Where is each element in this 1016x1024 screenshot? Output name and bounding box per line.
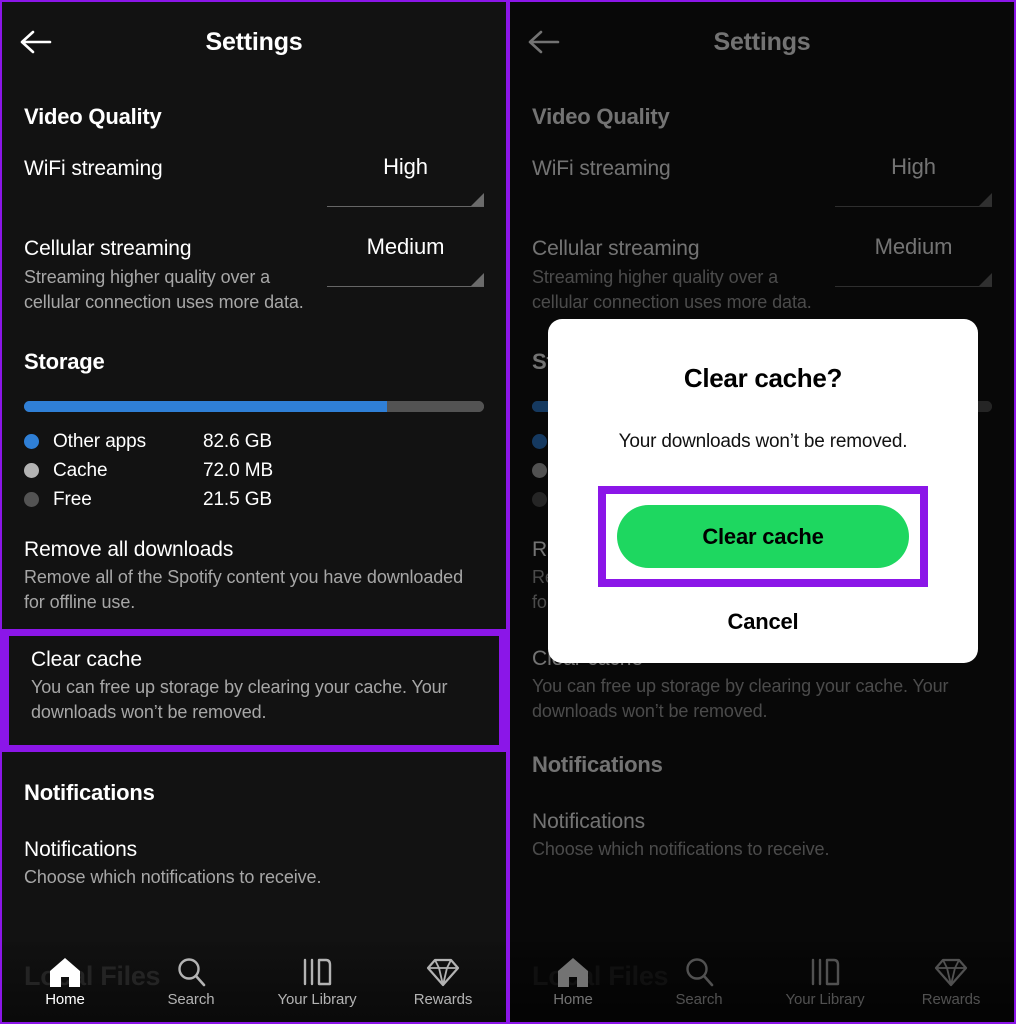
- nav-label: Search: [167, 990, 215, 1008]
- nav-item-rewards[interactable]: Rewards: [380, 942, 506, 1022]
- section-heading-video-quality: Video Quality: [24, 104, 162, 129]
- back-button[interactable]: [14, 20, 58, 64]
- legend-item: Other apps 82.6 GB: [24, 427, 484, 456]
- nav-label: Your Library: [277, 990, 357, 1008]
- setting-row-text: WiFi streaming: [24, 154, 315, 182]
- storage-bar-segment-other-apps: [24, 401, 388, 412]
- dropdown-value: Medium: [366, 234, 445, 259]
- action-notifications[interactable]: Notifications Choose which notifications…: [24, 836, 484, 890]
- clear-cache-button-highlight: Clear cache: [598, 486, 928, 587]
- setting-title: Cellular streaming: [24, 237, 192, 260]
- action-subtitle: You can free up storage by clearing your…: [31, 677, 448, 722]
- legend-dot-other-apps: [24, 434, 39, 449]
- library-icon: [301, 957, 333, 987]
- phone-screen-left: Settings Video Quality WiFi streaming Hi…: [0, 0, 508, 1024]
- dialog-title: Clear cache?: [683, 363, 843, 393]
- bottom-nav: Local Files Home Search: [2, 942, 506, 1022]
- nav-item-your-library[interactable]: Your Library: [254, 942, 380, 1022]
- search-icon: [175, 957, 207, 987]
- cellular-streaming-dropdown[interactable]: Medium: [327, 234, 484, 290]
- dropdown-underline: [327, 286, 484, 287]
- clear-cache-confirm-button[interactable]: Clear cache: [617, 505, 909, 568]
- phone-screen-right: Settings Video Quality WiFi streaming Hi…: [508, 0, 1016, 1024]
- setting-row-cellular-streaming[interactable]: Cellular streaming Streaming higher qual…: [24, 234, 484, 315]
- page-title: Settings: [205, 27, 303, 56]
- legend-item: Cache 72.0 MB: [24, 456, 484, 485]
- settings-screen: Settings Video Quality WiFi streaming Hi…: [2, 2, 506, 1022]
- action-subtitle: Choose which notifications to receive.: [24, 867, 322, 887]
- action-title: Clear cache: [31, 648, 142, 671]
- setting-title: WiFi streaming: [24, 157, 163, 180]
- dialog-message: Your downloads won’t be removed.: [618, 431, 908, 452]
- legend-label: Free: [53, 488, 92, 510]
- legend-dot-free: [24, 492, 39, 507]
- setting-row-text: Cellular streaming Streaming higher qual…: [24, 234, 315, 315]
- wifi-streaming-dropdown[interactable]: High: [327, 154, 484, 210]
- action-subtitle: Remove all of the Spotify content you ha…: [24, 567, 463, 612]
- dropdown-value: High: [383, 154, 428, 179]
- action-remove-all-downloads[interactable]: Remove all downloads Remove all of the S…: [24, 536, 484, 615]
- legend-value: 72.0 MB: [203, 459, 274, 481]
- setting-row-wifi-streaming[interactable]: WiFi streaming High: [24, 154, 484, 210]
- action-title: Notifications: [24, 838, 138, 861]
- clear-cache-dialog: Clear cache? Your downloads won’t be rem…: [548, 319, 978, 663]
- legend-dot-cache: [24, 463, 39, 478]
- storage-bar: [24, 401, 484, 412]
- cancel-button[interactable]: Cancel: [574, 609, 952, 635]
- legend-label: Other apps: [53, 430, 146, 452]
- nav-label: Rewards: [413, 990, 473, 1008]
- legend-label: Cache: [53, 459, 108, 481]
- diamond-icon: [426, 957, 460, 987]
- home-icon: [49, 957, 81, 987]
- setting-subtitle: Streaming higher quality over a cellular…: [24, 267, 304, 312]
- nav-item-search[interactable]: Search: [128, 942, 254, 1022]
- legend-value: 21.5 GB: [203, 488, 273, 510]
- dropdown-underline: [327, 206, 484, 207]
- nav-label: Home: [45, 990, 85, 1008]
- chevron-down-icon: [471, 273, 484, 286]
- section-heading-notifications: Notifications: [24, 780, 155, 805]
- legend-item: Free 21.5 GB: [24, 485, 484, 514]
- settings-body[interactable]: Video Quality WiFi streaming High Cellul…: [2, 82, 506, 942]
- storage-bar-segment-free: [387, 401, 484, 412]
- app-header: Settings: [2, 2, 506, 82]
- chevron-down-icon: [471, 193, 484, 206]
- screenshot-stage: Settings Video Quality WiFi streaming Hi…: [0, 0, 1016, 1024]
- section-heading-storage: Storage: [24, 349, 105, 374]
- nav-item-home[interactable]: Home: [2, 942, 128, 1022]
- storage-legend: Other apps 82.6 GB Cache 72.0 MB Free 21…: [24, 427, 484, 514]
- arrow-left-icon: [20, 29, 52, 55]
- action-clear-cache-highlighted[interactable]: Clear cache You can free up storage by c…: [2, 629, 506, 752]
- legend-value: 82.6 GB: [203, 430, 273, 452]
- action-title: Remove all downloads: [24, 538, 234, 561]
